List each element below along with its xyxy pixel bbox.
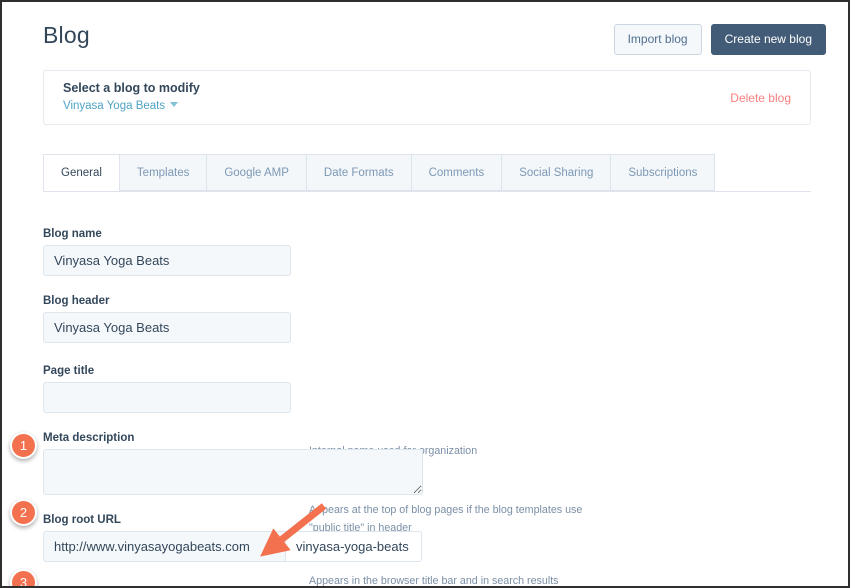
- tab-social-sharing[interactable]: Social Sharing: [501, 154, 610, 191]
- chevron-down-icon: [265, 545, 275, 551]
- page-header: Blog Import blog Create new blog: [2, 2, 850, 62]
- select-blog-value: Vinyasa Yoga Beats: [63, 100, 165, 112]
- step-badge-3: 3: [10, 569, 37, 588]
- select-blog-dropdown[interactable]: Vinyasa Yoga Beats: [63, 100, 178, 112]
- meta-description-label: Meta description: [43, 432, 423, 444]
- create-new-blog-button[interactable]: Create new blog: [711, 24, 826, 55]
- step-badge-1: 1: [10, 432, 37, 459]
- blog-root-url-domain-value: http://www.vinyasayogabeats.com: [54, 539, 250, 554]
- tab-comments[interactable]: Comments: [411, 154, 502, 191]
- meta-description-textarea[interactable]: [43, 449, 423, 495]
- header-actions: Import blog Create new blog: [614, 24, 826, 55]
- chevron-down-icon: [170, 102, 178, 107]
- settings-tabs: General Templates Google AMP Date Format…: [43, 154, 811, 192]
- field-meta-description: Meta description: [43, 432, 423, 500]
- tab-general[interactable]: General: [43, 154, 119, 191]
- page-title-input[interactable]: [43, 382, 291, 413]
- page-title: Blog: [43, 22, 90, 49]
- import-blog-button[interactable]: Import blog: [614, 24, 702, 55]
- blog-name-label: Blog name: [43, 228, 291, 240]
- field-blog-root-url: Blog root URL http://www.vinyasayogabeat…: [43, 514, 422, 562]
- field-blog-name: Blog name: [43, 228, 291, 276]
- field-page-title: Page title: [43, 365, 291, 413]
- tab-subscriptions[interactable]: Subscriptions: [610, 154, 715, 191]
- blog-root-url-slug-input[interactable]: [286, 531, 422, 562]
- step-badge-2: 2: [10, 499, 37, 526]
- blog-settings-screen: Blog Import blog Create new blog Select …: [0, 0, 850, 588]
- select-blog-card: Select a blog to modify Vinyasa Yoga Bea…: [43, 70, 811, 125]
- blog-root-url-label: Blog root URL: [43, 514, 422, 526]
- field-blog-header: Blog header: [43, 295, 291, 343]
- blog-header-label: Blog header: [43, 295, 291, 307]
- page-title-help: Appears in the browser title bar and in …: [309, 573, 609, 588]
- select-blog-label: Select a blog to modify: [63, 81, 200, 95]
- tab-templates[interactable]: Templates: [119, 154, 206, 191]
- delete-blog-link[interactable]: Delete blog: [730, 91, 791, 105]
- blog-header-input[interactable]: [43, 312, 291, 343]
- blog-name-input[interactable]: [43, 245, 291, 276]
- page-title-label: Page title: [43, 365, 291, 377]
- blog-root-url-domain-select[interactable]: http://www.vinyasayogabeats.com: [43, 531, 286, 562]
- blog-root-url-controls: http://www.vinyasayogabeats.com: [43, 531, 422, 562]
- tab-google-amp[interactable]: Google AMP: [206, 154, 306, 191]
- tab-date-formats[interactable]: Date Formats: [306, 154, 411, 191]
